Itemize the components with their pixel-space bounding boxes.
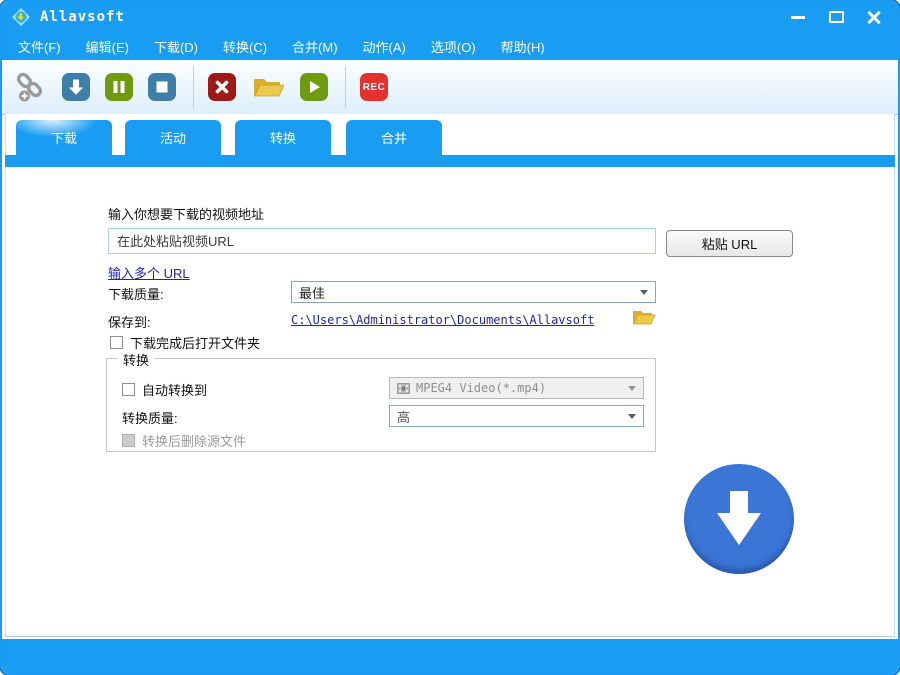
tab-activity[interactable]: 活动 xyxy=(125,120,221,155)
play-button[interactable] xyxy=(300,73,328,101)
tab-convert[interactable]: 转换 xyxy=(235,120,331,155)
delete-source-checkbox[interactable]: 转换后删除源文件 xyxy=(122,431,246,450)
video-url-input[interactable] xyxy=(108,228,656,254)
record-button[interactable]: REC xyxy=(360,73,388,101)
menu-options[interactable]: 选项(O) xyxy=(421,33,486,60)
convert-group: 转换 自动转换到 MPEG4 Video(*.mp4) 转换质量: 高 转换后删… xyxy=(106,350,656,452)
browse-folder-button[interactable] xyxy=(632,308,656,332)
close-icon xyxy=(867,10,881,24)
download-quality-dropdown[interactable]: 最佳 xyxy=(291,281,656,303)
status-bar xyxy=(2,639,898,673)
menu-convert[interactable]: 转换(C) xyxy=(213,33,277,60)
save-to-label: 保存到: xyxy=(108,315,151,330)
download-quality-label: 下载质量: xyxy=(108,287,164,302)
pause-icon xyxy=(113,81,125,93)
tab-strip: 下载 活动 转换 合并 xyxy=(5,114,895,155)
checkbox-box xyxy=(122,383,135,396)
delete-source-label: 转换后删除源文件 xyxy=(142,434,247,449)
title-bar: Allavsoft xyxy=(2,2,898,32)
close-button[interactable] xyxy=(864,7,884,27)
menu-merge[interactable]: 合并(M) xyxy=(282,33,348,60)
tab-strip-bar xyxy=(5,155,895,167)
convert-quality-value: 高 xyxy=(397,409,411,425)
open-download-folder-button[interactable] xyxy=(251,73,285,101)
play-icon xyxy=(310,81,320,93)
pause-button[interactable] xyxy=(105,73,133,101)
toolbar: REC xyxy=(2,60,898,115)
paste-url-button[interactable]: 粘贴 URL xyxy=(666,230,793,257)
convert-quality-dropdown[interactable]: 高 xyxy=(389,405,644,427)
cancel-button[interactable] xyxy=(208,73,236,101)
download-icon xyxy=(68,79,84,95)
url-entry-label: 输入你想要下载的视频地址 xyxy=(108,207,265,222)
download-arrow-icon xyxy=(717,491,761,545)
paste-url-button-label: 粘贴 URL xyxy=(701,237,758,252)
minimize-icon xyxy=(791,15,805,19)
start-download-button[interactable] xyxy=(62,73,90,101)
multiple-urls-link[interactable]: 输入多个 URL xyxy=(108,263,190,282)
checkbox-box xyxy=(110,336,123,349)
convert-format-dropdown[interactable]: MPEG4 Video(*.mp4) xyxy=(389,377,644,399)
stop-button[interactable] xyxy=(148,73,176,101)
auto-convert-label: 自动转换到 xyxy=(142,383,208,398)
cancel-icon xyxy=(215,80,229,94)
auto-convert-checkbox[interactable]: 自动转换到 xyxy=(122,380,207,399)
download-tab-panel: 输入你想要下载的视频地址 粘贴 URL 输入多个 URL 下载质量: 最佳 保存… xyxy=(5,167,895,637)
menu-edit[interactable]: 编辑(E) xyxy=(76,33,139,60)
toolbar-separator xyxy=(345,66,346,108)
download-quality-value: 最佳 xyxy=(299,285,326,301)
add-link-icon xyxy=(16,72,43,102)
big-download-button[interactable] xyxy=(684,464,794,574)
menu-file[interactable]: 文件(F) xyxy=(8,33,71,60)
convert-quality-label: 转换质量: xyxy=(122,411,178,426)
menu-download[interactable]: 下载(D) xyxy=(144,33,208,60)
menu-action[interactable]: 动作(A) xyxy=(353,33,416,60)
app-icon xyxy=(12,8,30,26)
maximize-button[interactable] xyxy=(826,7,846,27)
checkbox-box xyxy=(122,434,135,447)
save-path-link[interactable]: C:\Users\Administrator\Documents\Allavso… xyxy=(291,313,594,327)
add-url-button[interactable] xyxy=(15,72,47,102)
video-format-icon xyxy=(397,382,410,394)
window-title: Allavsoft xyxy=(40,9,125,25)
chevron-down-icon xyxy=(628,413,636,423)
tab-download[interactable]: 下载 xyxy=(16,120,112,155)
toolbar-separator xyxy=(193,66,194,108)
convert-group-legend: 转换 xyxy=(118,350,155,369)
stop-icon xyxy=(156,81,168,93)
tab-merge[interactable]: 合并 xyxy=(346,120,442,155)
folder-icon xyxy=(633,311,656,325)
minimize-button[interactable] xyxy=(788,7,808,27)
app-window: Allavsoft 文件(F) 编辑(E) 下载(D) 转换(C) 合并(M) … xyxy=(0,0,900,675)
window-controls xyxy=(788,2,884,32)
record-icon: REC xyxy=(362,81,386,93)
convert-format-value: MPEG4 Video(*.mp4) xyxy=(416,381,547,395)
chevron-down-icon xyxy=(640,289,648,299)
open-folder-icon xyxy=(254,79,284,97)
menu-bar: 文件(F) 编辑(E) 下载(D) 转换(C) 合并(M) 动作(A) 选项(O… xyxy=(2,32,898,60)
chevron-down-icon xyxy=(628,385,636,395)
menu-help[interactable]: 帮助(H) xyxy=(491,33,555,60)
maximize-icon xyxy=(828,11,844,23)
